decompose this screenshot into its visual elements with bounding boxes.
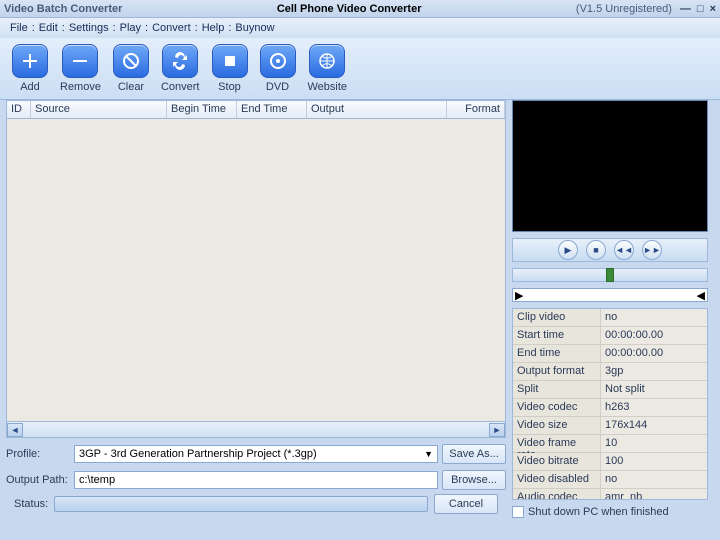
table-header: ID Source Begin Time End Time Output For…: [7, 101, 505, 119]
property-value[interactable]: 00:00:00.00: [601, 345, 707, 362]
dvd-icon: [268, 51, 288, 71]
property-row[interactable]: Audio codecamr_nb: [513, 489, 707, 500]
stop-icon: [220, 51, 240, 71]
property-row[interactable]: Video bitrate100: [513, 453, 707, 471]
browse-button[interactable]: Browse...: [442, 470, 506, 490]
property-value[interactable]: 10: [601, 435, 707, 452]
menu-convert[interactable]: Convert: [148, 22, 195, 34]
col-id[interactable]: ID: [7, 101, 31, 118]
cancel-button[interactable]: Cancel: [434, 494, 498, 514]
property-value[interactable]: h263: [601, 399, 707, 416]
minimize-button[interactable]: —: [680, 3, 691, 15]
property-value[interactable]: Not split: [601, 381, 707, 398]
property-key: Clip video: [513, 309, 601, 326]
col-output[interactable]: Output: [307, 101, 447, 118]
property-value[interactable]: no: [601, 471, 707, 488]
menu-bar: File : Edit : Settings : Play : Convert …: [0, 18, 720, 38]
property-row[interactable]: Start time00:00:00.00: [513, 327, 707, 345]
slider-thumb[interactable]: [606, 268, 614, 282]
playback-controls: ▶ ■ ◄◄ ►►: [512, 238, 708, 262]
file-table[interactable]: ID Source Begin Time End Time Output For…: [6, 100, 506, 438]
version-label: (V1.5 Unregistered): [576, 3, 672, 15]
website-button[interactable]: Website: [308, 44, 348, 93]
property-row[interactable]: SplitNot split: [513, 381, 707, 399]
property-key: End time: [513, 345, 601, 362]
play-button[interactable]: ▶: [558, 240, 578, 260]
stop-button[interactable]: Stop: [212, 44, 248, 93]
profile-label: Profile:: [6, 448, 70, 460]
property-value[interactable]: amr_nb: [601, 489, 707, 500]
property-key: Video disabled: [513, 471, 601, 488]
output-path-label: Output Path:: [6, 474, 70, 486]
property-value[interactable]: 100: [601, 453, 707, 470]
status-label: Status:: [14, 498, 48, 510]
seek-right-icon[interactable]: ◀: [697, 289, 705, 302]
property-key: Audio codec: [513, 489, 601, 500]
property-row[interactable]: Output format3gp: [513, 363, 707, 381]
property-row[interactable]: Clip videono: [513, 309, 707, 327]
output-path-input[interactable]: c:\temp: [74, 471, 438, 489]
position-slider[interactable]: [512, 268, 708, 282]
scroll-left-icon[interactable]: ◄: [7, 423, 23, 437]
save-as-button[interactable]: Save As...: [442, 444, 506, 464]
plus-icon: [20, 51, 40, 71]
convert-icon: [170, 51, 190, 71]
table-hscroll[interactable]: ◄ ►: [7, 421, 505, 437]
title-bar: Video Batch Converter Cell Phone Video C…: [0, 0, 720, 18]
shutdown-checkbox-row[interactable]: Shut down PC when finished: [512, 506, 708, 518]
add-button[interactable]: Add: [12, 44, 48, 93]
globe-icon: [317, 51, 337, 71]
clear-icon: [121, 51, 141, 71]
col-source[interactable]: Source: [31, 101, 167, 118]
menu-edit[interactable]: Edit: [35, 22, 62, 34]
property-value[interactable]: no: [601, 309, 707, 326]
seek-bar[interactable]: ▶ ◀: [512, 288, 708, 302]
app-title: Cell Phone Video Converter: [122, 3, 576, 15]
properties-panel: Clip videonoStart time00:00:00.00End tim…: [512, 308, 708, 500]
close-button[interactable]: ×: [710, 3, 716, 15]
app-subtitle: Video Batch Converter: [4, 3, 122, 15]
property-row[interactable]: Video disabledno: [513, 471, 707, 489]
remove-button[interactable]: Remove: [60, 44, 101, 93]
property-key: Video codec: [513, 399, 601, 416]
scroll-right-icon[interactable]: ►: [489, 423, 505, 437]
property-row[interactable]: End time00:00:00.00: [513, 345, 707, 363]
property-key: Split: [513, 381, 601, 398]
menu-buynow[interactable]: Buynow: [231, 22, 278, 34]
chevron-down-icon: ▼: [424, 449, 433, 459]
next-button[interactable]: ►►: [642, 240, 662, 260]
toolbar: Add Remove Clear Convert Stop DVD Websit…: [0, 38, 720, 100]
dvd-button[interactable]: DVD: [260, 44, 296, 93]
menu-play[interactable]: Play: [116, 22, 145, 34]
video-preview: [512, 100, 708, 232]
minus-icon: [70, 51, 90, 71]
property-value[interactable]: 3gp: [601, 363, 707, 380]
property-row[interactable]: Video size176x144: [513, 417, 707, 435]
stop-playback-button[interactable]: ■: [586, 240, 606, 260]
col-begin[interactable]: Begin Time: [167, 101, 237, 118]
shutdown-label: Shut down PC when finished: [528, 506, 669, 518]
clear-button[interactable]: Clear: [113, 44, 149, 93]
menu-help[interactable]: Help: [198, 22, 229, 34]
shutdown-checkbox[interactable]: [512, 506, 524, 518]
property-key: Start time: [513, 327, 601, 344]
maximize-button[interactable]: □: [697, 3, 704, 15]
menu-file[interactable]: File: [6, 22, 32, 34]
property-value[interactable]: 00:00:00.00: [601, 327, 707, 344]
col-end[interactable]: End Time: [237, 101, 307, 118]
profile-combo[interactable]: 3GP - 3rd Generation Partnership Project…: [74, 445, 438, 463]
menu-settings[interactable]: Settings: [65, 22, 113, 34]
property-key: Video bitrate: [513, 453, 601, 470]
property-key: Output format: [513, 363, 601, 380]
property-row[interactable]: Video frame rate10: [513, 435, 707, 453]
property-key: Video frame rate: [513, 435, 601, 452]
property-key: Video size: [513, 417, 601, 434]
convert-button[interactable]: Convert: [161, 44, 200, 93]
property-row[interactable]: Video codech263: [513, 399, 707, 417]
property-value[interactable]: 176x144: [601, 417, 707, 434]
seek-left-icon[interactable]: ▶: [515, 289, 523, 302]
col-format[interactable]: Format: [447, 101, 505, 118]
prev-button[interactable]: ◄◄: [614, 240, 634, 260]
progress-bar: [54, 496, 428, 512]
